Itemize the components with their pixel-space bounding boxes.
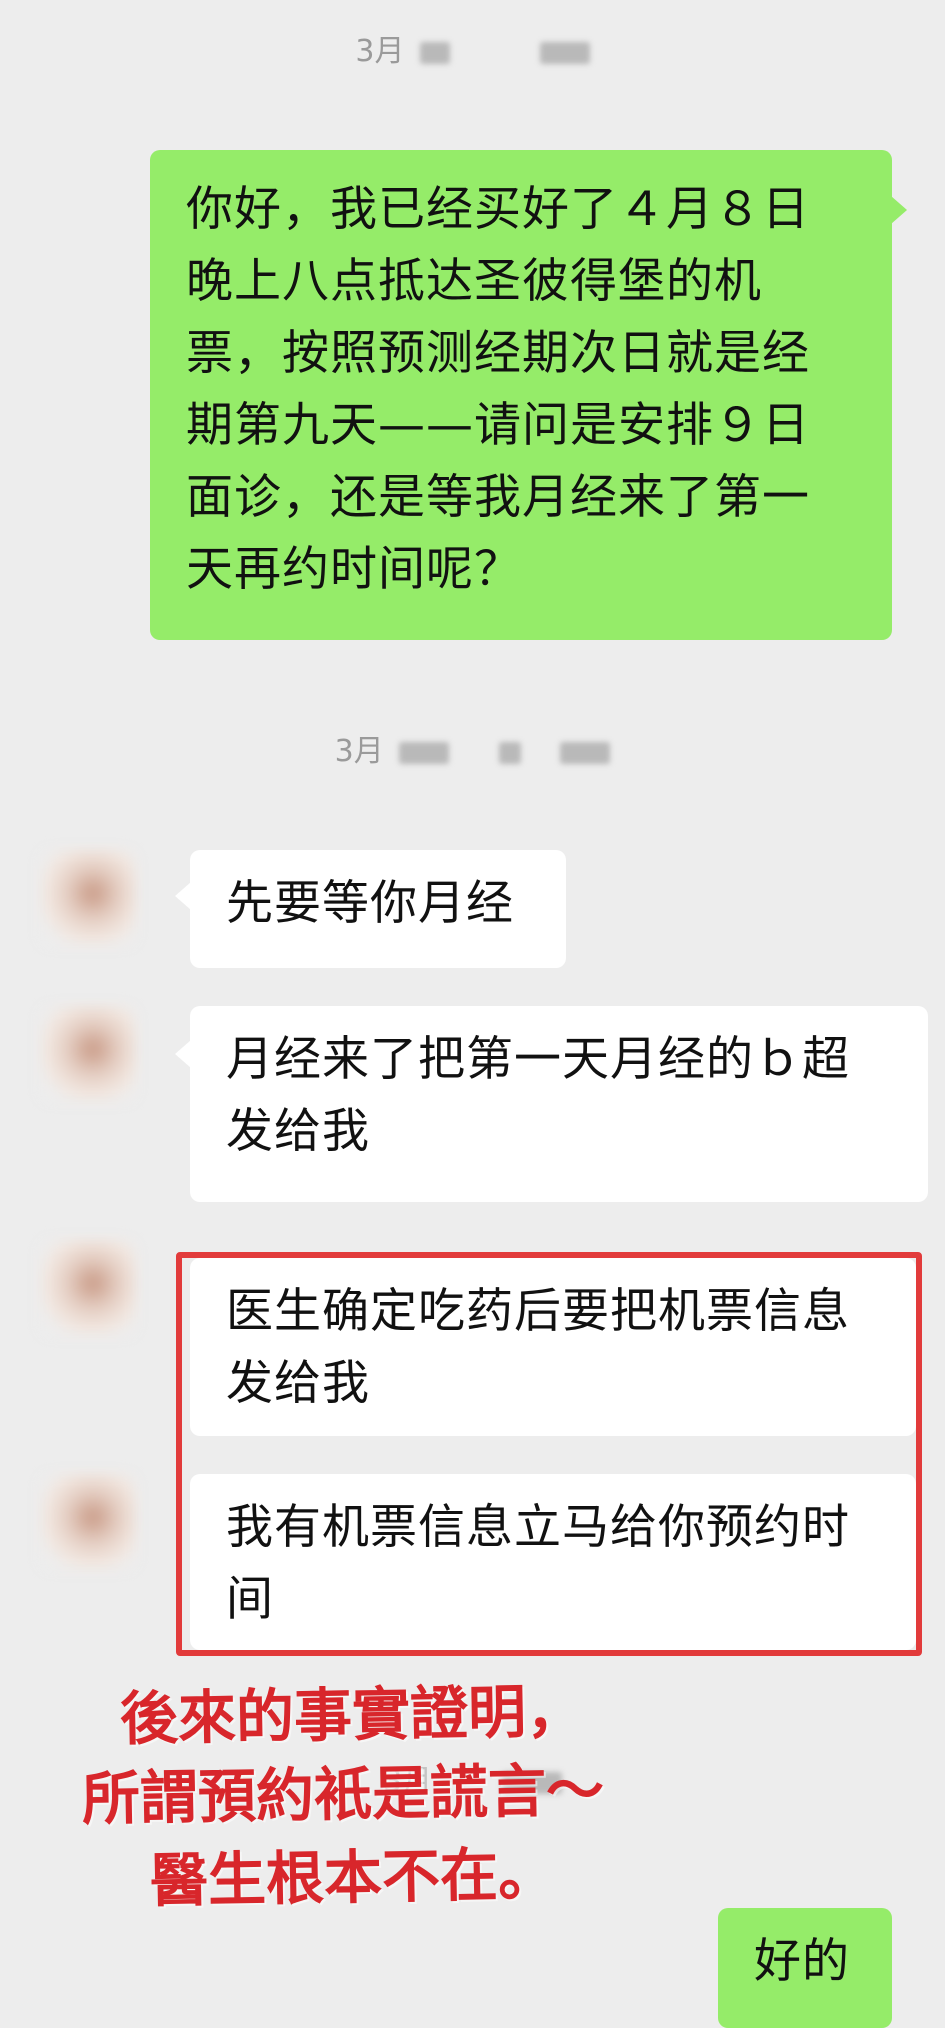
redacted-time [539,41,590,64]
annotation-line: 醫生根本不在。 [149,1840,557,1916]
redacted-date [420,41,451,64]
bubble-tail [891,196,907,224]
message-text: 好的 [754,1934,850,1989]
redacted-date [399,741,450,764]
bubble-tail [175,1040,191,1068]
highlight-box [176,1252,922,1656]
incoming-message[interactable]: 月经来了把第一天月经的ｂ超发给我 [190,1006,928,1202]
timestamp: 3月 [0,730,945,774]
message-text: 先要等你月经 [226,876,514,931]
message-text: 月经来了把第一天月经的ｂ超发给我 [226,1032,850,1159]
timestamp-text: 3月 [334,734,384,769]
outgoing-message[interactable]: 好的 [718,1908,892,2028]
contact-avatar[interactable] [40,1240,136,1336]
incoming-message[interactable]: 先要等你月经 [190,850,566,968]
redacted-time [560,741,611,764]
contact-avatar[interactable] [40,1474,136,1570]
contact-avatar[interactable] [40,1006,136,1102]
bubble-tail [175,882,191,910]
redacted-time [498,741,521,764]
timestamp-text: 3月 [355,34,405,69]
annotation-line: 後來的事實證明， [119,1677,585,1754]
message-text: 你好，我已经买好了４月８日晚上八点抵达圣彼得堡的机票，按照预测经期次日就是经期第… [186,182,810,597]
timestamp: 3月 [0,30,945,74]
annotation-line: 所謂預約衹是謊言～ [81,1756,605,1834]
contact-avatar[interactable] [40,850,136,946]
outgoing-message[interactable]: 你好，我已经买好了４月８日晚上八点抵达圣彼得堡的机票，按照预测经期次日就是经期第… [150,150,892,640]
